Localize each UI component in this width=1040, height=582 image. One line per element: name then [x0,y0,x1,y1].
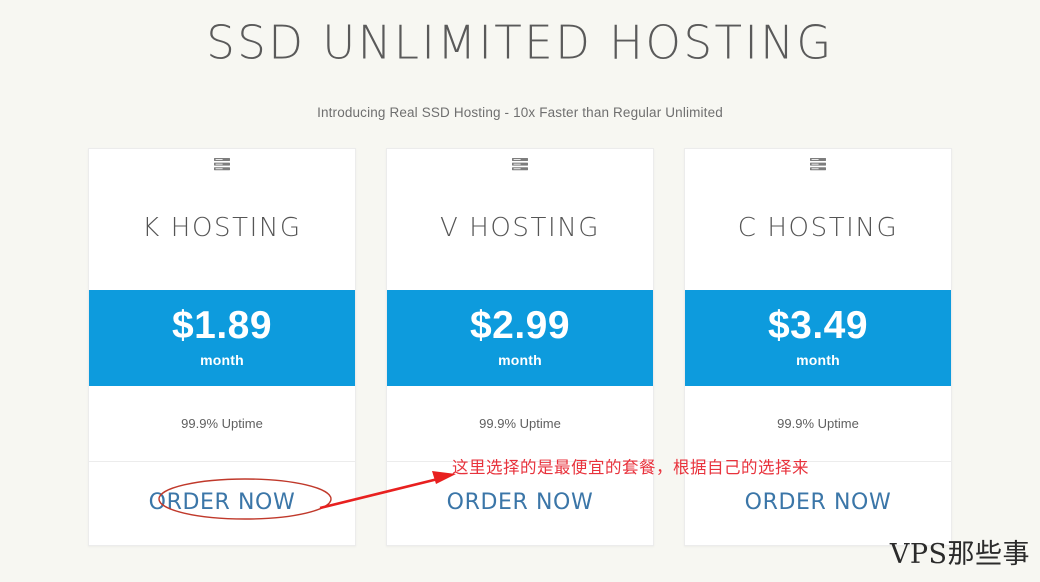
order-now-button[interactable]: ORDER NOW [149,490,296,515]
plan-feature: 99.9% Uptime [387,386,653,462]
plan-period: month [498,351,542,368]
plan-name: C HOSTING [737,213,899,243]
plan-price: $3.49 [767,304,869,347]
card-icon-wrap [89,149,355,187]
pricing-card[interactable]: C HOSTING $3.49 month 99.9% Uptime ORDER… [684,148,952,546]
plan-period: month [200,351,244,368]
plan-price: $2.99 [469,304,571,347]
plan-feature: 99.9% Uptime [685,386,951,462]
cta-wrap: ORDER NOW [387,462,653,545]
server-stack-icon [213,157,231,179]
page-subtitle: Introducing Real SSD Hosting - 10x Faste… [317,104,723,120]
server-stack-icon [809,157,827,179]
pricing-cards-row: K HOSTING $1.89 month 99.9% Uptime ORDER… [0,148,1040,546]
plan-period: month [796,351,840,368]
card-icon-wrap [387,149,653,187]
order-now-button[interactable]: ORDER NOW [745,490,892,515]
price-band: $2.99 month [387,290,653,386]
pricing-card[interactable]: K HOSTING $1.89 month 99.9% Uptime ORDER… [88,148,356,546]
server-stack-icon [511,157,529,179]
cta-wrap: ORDER NOW [89,462,355,545]
order-now-button[interactable]: ORDER NOW [447,490,594,515]
plan-name: K HOSTING [142,213,302,243]
page-header: SSD UNLIMITED HOSTING Introducing Real S… [0,0,1040,120]
plan-price: $1.89 [171,304,273,347]
page-title: SSD UNLIMITED HOSTING [206,15,834,70]
watermark: VPS那些事 [889,539,1030,570]
plan-feature: 99.9% Uptime [89,386,355,462]
plan-name: V HOSTING [439,213,601,243]
card-icon-wrap [685,149,951,187]
price-band: $1.89 month [89,290,355,386]
pricing-card[interactable]: V HOSTING $2.99 month 99.9% Uptime ORDER… [386,148,654,546]
price-band: $3.49 month [685,290,951,386]
